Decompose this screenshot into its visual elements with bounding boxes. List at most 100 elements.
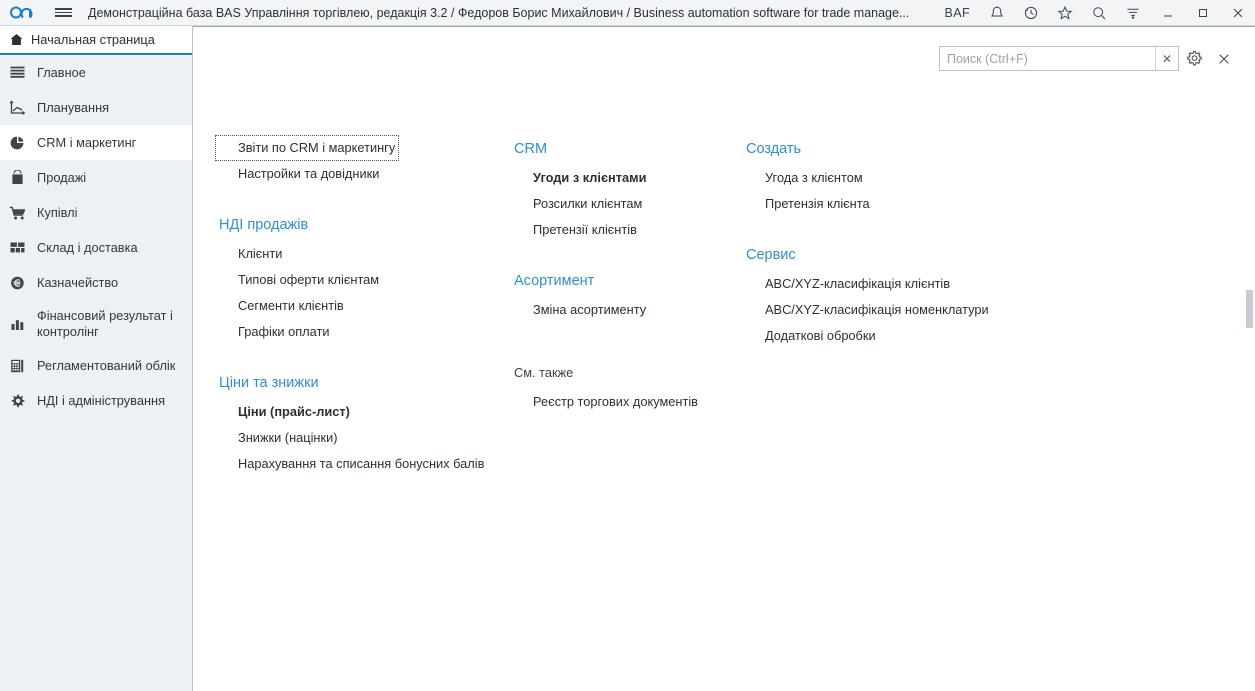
search-field[interactable]: ✕ (939, 46, 1179, 71)
search-icon[interactable] (1082, 0, 1116, 26)
group-title[interactable]: Ціни та знижки (215, 369, 510, 399)
maximize-button[interactable] (1185, 0, 1220, 26)
column-2: CRM Угоди з клієнтами Розсилки клієнтам … (510, 135, 742, 487)
link-assortment-change[interactable]: Зміна асортименту (510, 297, 742, 323)
tab-home-label: Начальная страница (31, 32, 155, 47)
baf-label: BAF (944, 5, 970, 20)
group-prices-discounts: Ціни та знижки Ціни (прайс-лист) Знижки … (215, 369, 510, 477)
column-3: Создать Угода з клієнтом Претензія клієн… (742, 135, 1032, 487)
group-see-also: См. также Реєстр торгових документів (510, 359, 742, 415)
sidebar-item-warehouse-delivery[interactable]: Склад і доставка (0, 230, 192, 265)
link-settings-references[interactable]: Настройки та довідники (215, 161, 510, 187)
planning-chart-icon (9, 99, 37, 116)
column-1: Звіти по CRM і маркетингу Настройки та д… (215, 135, 510, 487)
group-reports: Звіти по CRM і маркетингу Настройки та д… (215, 135, 510, 187)
sidebar-item-administration[interactable]: НДІ і адміністрування (0, 383, 192, 418)
title-bar-icons: BAF (934, 0, 1255, 26)
sidebar-nav: Главное Планування CRM і маркетинг Прода… (0, 55, 192, 418)
link-client-claims[interactable]: Претензії клієнтів (510, 217, 742, 243)
link-payment-schedules[interactable]: Графіки оплати (215, 319, 510, 345)
link-client-mailings[interactable]: Розсилки клієнтам (510, 191, 742, 217)
sidebar-item-label: НДІ і адміністрування (37, 392, 166, 408)
search-clear-button[interactable]: ✕ (1155, 47, 1178, 70)
sidebar-item-planning[interactable]: Планування (0, 90, 192, 125)
group-title[interactable]: Сервис (742, 241, 1032, 271)
home-icon (9, 32, 31, 47)
group-title[interactable]: Создать (742, 135, 1032, 165)
window-title: Демонстраційна база BAS Управління торгі… (88, 5, 910, 20)
search-input[interactable] (940, 47, 1155, 70)
group-title[interactable]: CRM (510, 135, 742, 165)
link-client-agreements[interactable]: Угоди з клієнтами (510, 165, 742, 191)
close-button[interactable] (1220, 0, 1255, 26)
vertical-scrollbar[interactable] (1245, 28, 1254, 691)
sidebar-item-label: Фінансовий результат і контролінг (37, 308, 173, 339)
sidebar-item-label: Продажі (37, 169, 87, 185)
group-title: См. также (514, 365, 574, 380)
sidebar-item-label: Склад і доставка (37, 239, 138, 255)
gear-icon (9, 393, 37, 409)
link-discounts-markups[interactable]: Знижки (націнки) (215, 425, 510, 451)
link-prices-pricelist[interactable]: Ціни (прайс-лист) (215, 399, 510, 425)
sidebar-item-financial-result[interactable]: Фінансовий результат і контролінг (0, 300, 192, 348)
link-create-client-agreement[interactable]: Угода з клієнтом (742, 165, 1032, 191)
command-columns: Звіти по CRM і маркетингу Настройки та д… (215, 135, 1225, 487)
app-body: Начальная страница Главное Планування CR (0, 26, 1255, 691)
sidebar: Начальная страница Главное Планування CR (0, 26, 193, 691)
baf-infinity-logo[interactable] (0, 0, 46, 26)
sidebar-item-treasury[interactable]: Казначейство (0, 265, 192, 300)
filter-funnel-icon[interactable] (1116, 0, 1150, 26)
link-trade-documents-register[interactable]: Реєстр торгових документів (510, 389, 742, 415)
shopping-cart-icon (9, 205, 37, 221)
minimize-button[interactable] (1150, 0, 1185, 26)
link-bonus-points[interactable]: Нарахування та списання бонусних балів (215, 451, 510, 477)
hamburger-menu-icon[interactable] (46, 0, 80, 26)
content-search-bar: ✕ (939, 46, 1239, 71)
group-service: Сервис ABC/XYZ-класифікація клієнтів ABC… (742, 241, 1032, 349)
sidebar-item-crm-marketing[interactable]: CRM і маркетинг (0, 125, 192, 160)
link-abcxyz-clients[interactable]: ABC/XYZ-класифікація клієнтів (742, 271, 1032, 297)
sidebar-item-label: Казначейство (37, 274, 119, 290)
bell-icon[interactable] (980, 0, 1014, 26)
calculator-icon (9, 358, 37, 374)
sidebar-item-regulated-accounting[interactable]: Регламентований облік (0, 348, 192, 383)
tab-home[interactable]: Начальная страница (0, 26, 192, 55)
shopping-bag-icon (9, 169, 37, 186)
sidebar-item-label: Главное (37, 64, 86, 80)
group-title[interactable]: Асортимент (510, 267, 742, 297)
pie-chart-icon (9, 135, 37, 151)
close-icon[interactable] (1209, 46, 1239, 71)
content-panel: ✕ Звіти по CRM і маркетингу (193, 26, 1255, 691)
group-assortment: Асортимент Зміна асортименту (510, 267, 742, 323)
sidebar-item-purchases[interactable]: Купівлі (0, 195, 192, 230)
link-client-segments[interactable]: Сегменти клієнтів (215, 293, 510, 319)
star-favorites-icon[interactable] (1048, 0, 1082, 26)
group-crm: CRM Угоди з клієнтами Розсилки клієнтам … (510, 135, 742, 243)
sidebar-item-label: Планування (37, 99, 110, 115)
link-crm-marketing-reports[interactable]: Звіти по CRM і маркетингу (215, 135, 400, 161)
sidebar-item-label: Регламентований облік (37, 357, 176, 373)
list-lines-icon (9, 65, 37, 80)
bar-chart-icon (9, 317, 37, 332)
title-bar: Демонстраційна база BAS Управління торгі… (0, 0, 1255, 26)
scrollbar-thumb[interactable] (1246, 290, 1253, 328)
sidebar-item-label: Купівлі (37, 204, 78, 220)
grid-blocks-icon (9, 240, 37, 255)
sidebar-item-label: CRM і маркетинг (37, 134, 137, 150)
gear-icon[interactable] (1179, 46, 1209, 71)
link-standard-offers[interactable]: Типові оферти клієнтам (215, 267, 510, 293)
link-clients[interactable]: Клієнти (215, 241, 510, 267)
sidebar-item-main[interactable]: Главное (0, 55, 192, 90)
history-clock-icon[interactable] (1014, 0, 1048, 26)
group-title[interactable]: НДІ продажів (215, 211, 510, 241)
group-sales-master-data: НДІ продажів Клієнти Типові оферти клієн… (215, 211, 510, 345)
link-abcxyz-items[interactable]: ABC/XYZ-класифікація номенклатури (742, 297, 1032, 323)
sidebar-item-sales[interactable]: Продажі (0, 160, 192, 195)
link-additional-processing[interactable]: Додаткові обробки (742, 323, 1032, 349)
link-create-client-claim[interactable]: Претензія клієнта (742, 191, 1032, 217)
